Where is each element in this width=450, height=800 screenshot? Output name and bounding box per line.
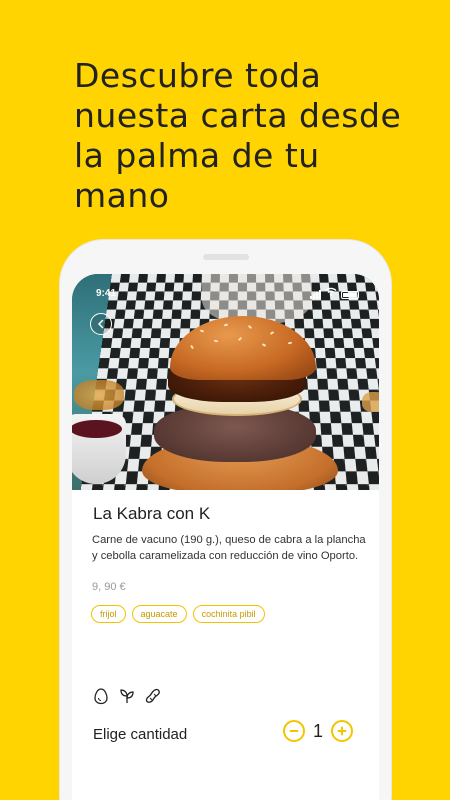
ingredient-tags: frijol aguacate cochinita pibil: [91, 605, 265, 623]
tag-aguacate[interactable]: aguacate: [131, 605, 187, 623]
headline: Descubre toda nuesta carta desde la palm…: [74, 56, 402, 215]
back-button[interactable]: [90, 313, 112, 335]
tag-cochinita-pibil[interactable]: cochinita pibil: [192, 605, 265, 623]
phone-mockup: 9:41 La Kabra con K Carne de vacuno (190…: [60, 240, 391, 800]
decrease-button[interactable]: [283, 720, 305, 742]
status-bar: 9:41: [72, 274, 379, 308]
product-description: Carne de vacuno (190 g.), queso de cabra…: [92, 534, 366, 562]
product-price: 9, 90 €: [92, 581, 126, 593]
phone-speaker: [203, 254, 249, 260]
allergen-icons: [92, 687, 162, 705]
product-title: La Kabra con K: [93, 504, 211, 523]
quantity-label: Elige cantidad: [93, 726, 188, 743]
battery-icon: [341, 291, 359, 299]
minus-icon: [289, 730, 299, 732]
product-details: La Kabra con K Carne de vacuno (190 g.),…: [72, 490, 379, 800]
phone-screen: 9:41 La Kabra con K Carne de vacuno (190…: [72, 274, 379, 800]
wifi-icon: [325, 287, 337, 299]
leaf-icon: [118, 687, 136, 705]
chevron-left-icon: [97, 319, 104, 329]
plus-icon: [337, 726, 347, 736]
status-time: 9:41: [96, 288, 117, 299]
signal-icon: [310, 290, 321, 299]
tag-frijol[interactable]: frijol: [91, 605, 126, 623]
increase-button[interactable]: [331, 720, 353, 742]
quantity-value: 1: [313, 720, 324, 741]
quantity-stepper: 1: [283, 720, 353, 742]
egg-icon: [92, 687, 110, 705]
peanut-icon: [144, 687, 162, 705]
